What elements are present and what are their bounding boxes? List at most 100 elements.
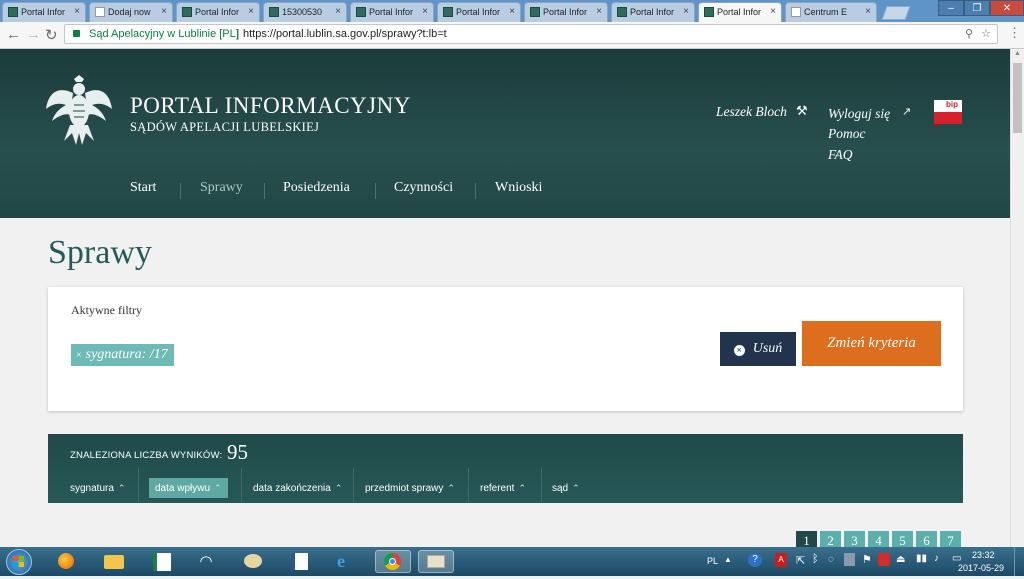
spreadsheet-icon[interactable] [146, 550, 174, 573]
page-icon [791, 7, 801, 17]
close-circle-icon: × [733, 345, 745, 356]
help-tray-icon[interactable]: ? [748, 553, 762, 567]
scroll-up-icon[interactable]: ▲ [1014, 50, 1021, 57]
results-bar: ZNALEZIONA LICZBA WYNIKÓW: 95 sygnatura ⌃… [48, 434, 963, 503]
forward-icon[interactable]: → [26, 26, 41, 43]
close-tab-icon[interactable]: × [770, 6, 776, 17]
minimize-icon[interactable]: – [938, 0, 964, 16]
close-tab-icon[interactable]: × [248, 6, 254, 17]
browser-tab-strip: Portal Infor × Dodaj now × Portal Infor × 1… [0, 0, 1024, 22]
sort-sad[interactable]: sąd ⌃ [552, 478, 580, 498]
network-tray-icon[interactable]: ◌ [828, 554, 834, 565]
sort-data-wplywu[interactable]: data wpływu ⌃ [149, 478, 228, 498]
browser-tab[interactable]: Centrum E × [785, 2, 877, 22]
nav-separator [264, 183, 265, 199]
nav-sprawy[interactable]: Sprawy [200, 180, 243, 196]
reload-icon[interactable]: ↻ [45, 26, 58, 44]
app-tray-icon[interactable] [878, 553, 890, 566]
close-tab-icon[interactable]: × [161, 6, 167, 17]
scrollbar-thumb[interactable] [1013, 63, 1022, 133]
nav-start[interactable]: Start [130, 180, 156, 196]
active-filters-label: Aktywne filtry [71, 303, 142, 317]
bluetooth-icon[interactable]: ᛒ [812, 553, 819, 565]
window-preview-icon[interactable] [418, 550, 454, 573]
browser-tab[interactable]: Portal Infor × [176, 2, 260, 22]
usb-tray-icon[interactable]: ⏏ [896, 554, 905, 565]
sort-przedmiot-sprawy[interactable]: przedmiot sprawy ⌃ [365, 478, 455, 498]
browser-tab[interactable]: Portal Infor × [524, 2, 608, 22]
favicon-icon [530, 7, 540, 17]
faq-link[interactable]: FAQ [828, 147, 853, 163]
browser-tab[interactable]: Portal Infor × [350, 2, 434, 22]
close-window-icon[interactable]: ✕ [990, 0, 1024, 16]
nav-wnioski[interactable]: Wnioski [495, 180, 542, 196]
close-tab-icon[interactable]: × [509, 6, 515, 17]
close-tab-icon[interactable]: × [335, 6, 341, 17]
speaker-icon[interactable]: ♪ [934, 553, 939, 564]
close-tab-icon[interactable]: × [683, 6, 689, 17]
browser-tab[interactable]: Dodaj now × [89, 2, 173, 22]
show-desktop-button[interactable] [1014, 547, 1024, 576]
windows-taskbar: ◠ e PL ▲ ? A ⇱ ᛒ ◌ ⚑ ⏏ ▮▮ ♪ ▭ 23:32 2017… [0, 547, 1024, 576]
document-icon[interactable] [285, 550, 313, 573]
restore-icon[interactable]: ❐ [964, 0, 990, 16]
sort-data-zakonczenia[interactable]: data zakończenia ⌃ [253, 478, 342, 498]
browser-tab-active[interactable]: Portal Infor × [698, 2, 782, 22]
results-label: ZNALEZIONA LICZBA WYNIKÓW: [70, 450, 223, 461]
results-count: 95 [227, 440, 248, 464]
browser-tab[interactable]: Portal Infor × [2, 2, 86, 22]
nav-posiedzenia[interactable]: Posiedzenia [283, 180, 350, 196]
page-scrollbar[interactable]: ▲ [1010, 49, 1024, 547]
change-criteria-button[interactable]: Zmień kryteria [802, 321, 941, 366]
internet-explorer-icon[interactable]: e [331, 550, 359, 573]
help-link[interactable]: Pomoc [828, 126, 866, 142]
zoom-icon[interactable]: ⚲ [965, 25, 973, 43]
remove-filter-icon[interactable]: × [76, 350, 82, 361]
filter-chip[interactable]: × sygnatura: /17 [71, 344, 174, 366]
browser-tab[interactable]: 15300530 × [263, 2, 347, 22]
windows-logo-icon [13, 556, 24, 567]
browser-tab[interactable]: Portal Infor × [437, 2, 521, 22]
menu-icon[interactable]: ⋮ [1008, 25, 1021, 41]
sort-referent[interactable]: referent ⌃ [480, 478, 526, 498]
close-tab-icon[interactable]: × [596, 6, 602, 17]
flag-tray-icon[interactable]: ⚑ [862, 553, 872, 566]
pdf-tray-icon[interactable]: A [775, 553, 787, 567]
cursor-tray-icon[interactable]: ⇱ [796, 554, 805, 567]
new-tab-button[interactable] [881, 6, 911, 20]
filter-chip-label: sygnatura: /17 [85, 347, 168, 362]
tools-icon[interactable]: ⚒ [796, 103, 808, 119]
column-separator [468, 468, 469, 502]
close-tab-icon[interactable]: × [865, 6, 871, 17]
browser-tab[interactable]: Portal Infor × [611, 2, 695, 22]
back-icon[interactable]: ← [6, 26, 21, 43]
site-title[interactable]: PORTAL INFORMACYJNY [130, 93, 411, 119]
page-title: Sprawy [48, 234, 152, 271]
paint-icon[interactable] [239, 550, 267, 573]
user-name[interactable]: Leszek Bloch [716, 104, 787, 120]
security-tray-icon[interactable] [844, 553, 855, 566]
nav-czynnosci[interactable]: Czynności [394, 180, 453, 196]
close-tab-icon[interactable]: × [422, 6, 428, 17]
signal-icon[interactable]: ▮▮ [916, 553, 927, 564]
close-tab-icon[interactable]: × [74, 6, 80, 17]
logout-link[interactable]: Wyloguj się [828, 106, 890, 122]
remove-filters-button[interactable]: × Usuń [720, 332, 796, 366]
bip-logo[interactable]: bip [932, 98, 964, 130]
clock-date[interactable]: 2017-05-29 [958, 563, 1004, 573]
sort-sygnatura[interactable]: sygnatura ⌃ [70, 478, 125, 498]
tray-expand-icon[interactable]: ▲ [724, 555, 732, 564]
bookmark-star-icon[interactable]: ☆ [981, 25, 991, 43]
browser-toolbar: ← → ↻ Sąd Apelacyjny w Lublinie [PL] | h… [0, 22, 1024, 49]
start-button[interactable] [6, 549, 32, 575]
clock-time[interactable]: 23:32 [972, 550, 995, 560]
favicon-icon [443, 7, 453, 17]
address-bar[interactable]: Sąd Apelacyjny w Lublinie [PL] | https:/… [64, 24, 998, 44]
favicon-icon [617, 7, 627, 17]
wifi-icon[interactable]: ◠ [192, 550, 220, 573]
language-indicator[interactable]: PL [707, 556, 718, 566]
firefox-icon[interactable] [52, 550, 80, 573]
file-explorer-icon[interactable] [100, 550, 128, 573]
site-header: PORTAL INFORMACYJNY SĄDÓW APELACJI LUBEL… [0, 49, 1010, 218]
chrome-icon[interactable] [375, 550, 411, 573]
